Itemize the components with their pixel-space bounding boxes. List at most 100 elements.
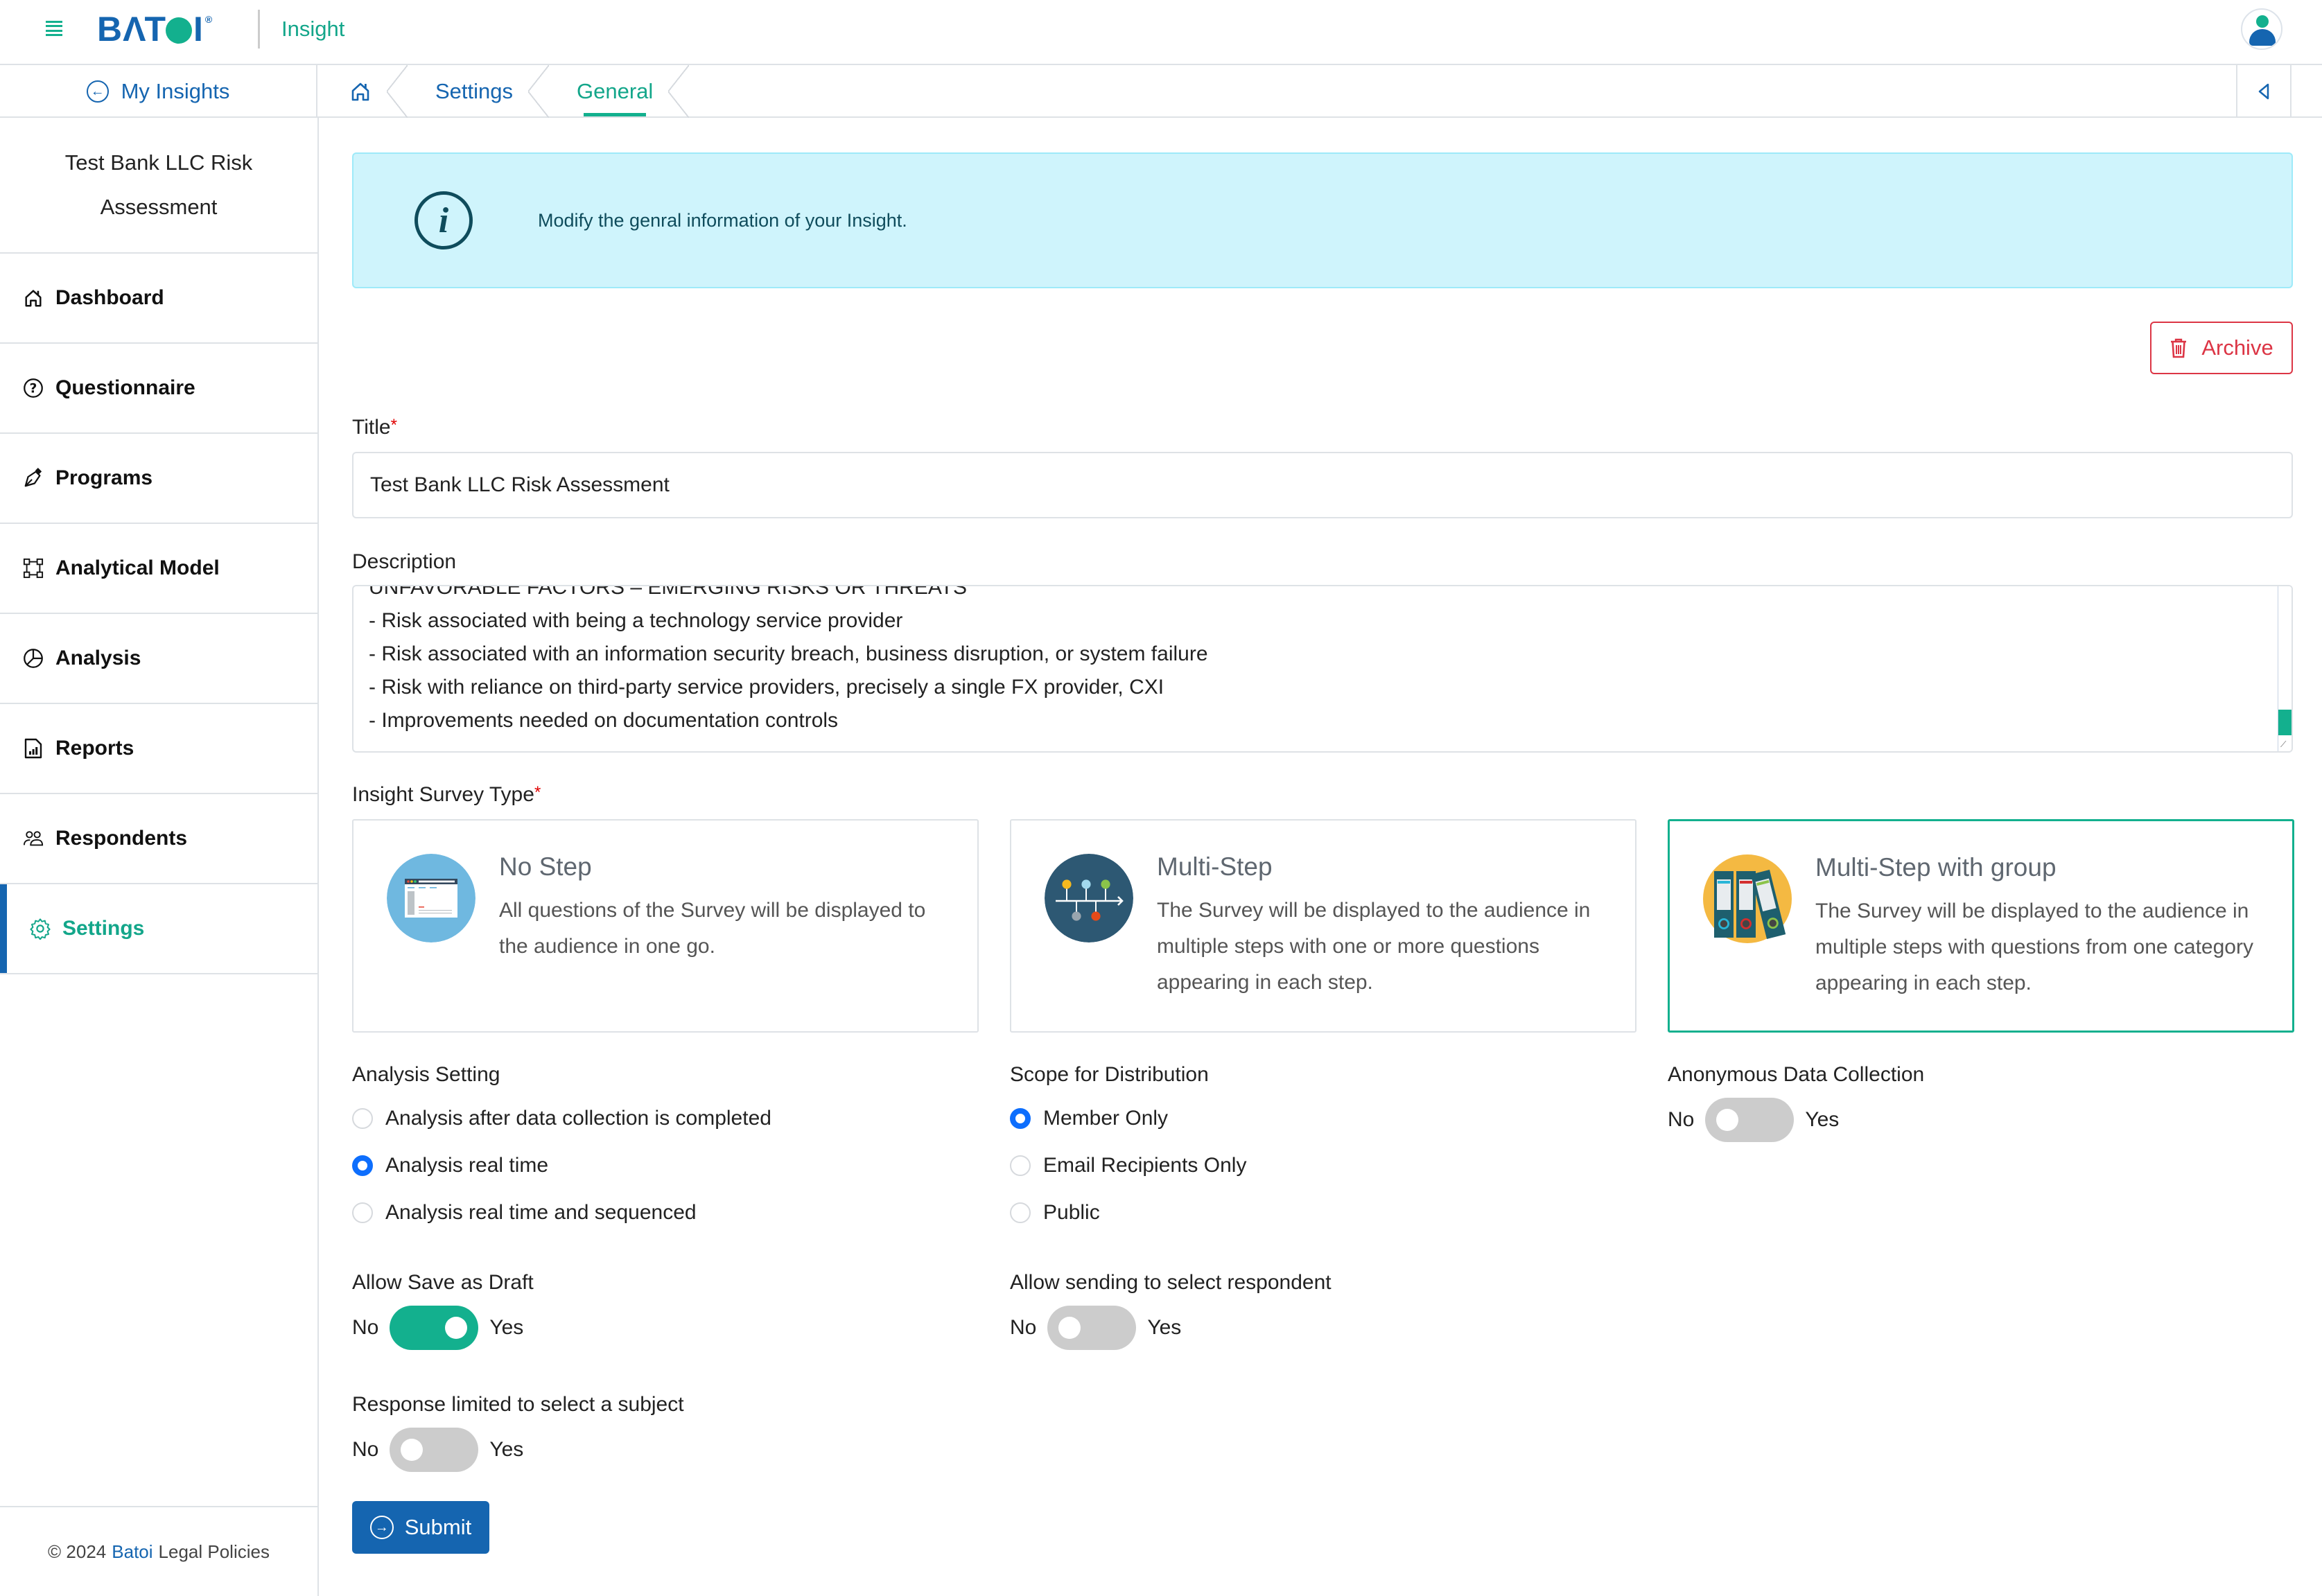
batoi-logo[interactable]: B ΛT I ® [97, 10, 213, 49]
save-draft-toggle-row: No Yes [352, 1306, 523, 1350]
radio-email-recipients[interactable]: Email Recipients Only [1010, 1154, 1246, 1177]
limit-subject-label: Response limited to select a subject [352, 1393, 684, 1416]
save-draft-toggle[interactable] [390, 1306, 479, 1350]
gear-icon [29, 918, 51, 940]
description-line: - Risk associated with being a technolog… [369, 609, 903, 632]
hamburger-menu-icon[interactable] [46, 21, 62, 36]
description-text: UNFAVORABLE FACTORS – EMERGING RISKS OR … [369, 586, 1208, 737]
save-draft-label: Allow Save as Draft [352, 1271, 534, 1294]
submit-button[interactable]: → Submit [352, 1501, 489, 1554]
description-label: Description [352, 550, 457, 573]
home-icon [22, 287, 44, 309]
breadcrumb-settings-label: Settings [435, 79, 514, 103]
survey-type-multi-step-group[interactable]: Multi-Step with group The Survey will be… [1668, 819, 2294, 1033]
title-label-text: Title [352, 416, 391, 439]
radio-member-only[interactable]: Member Only [1010, 1107, 1168, 1130]
sidebar-item-label: Dashboard [55, 286, 164, 309]
insight-name: Test Bank LLC Risk Assessment [0, 118, 317, 254]
title-input[interactable] [352, 452, 2293, 518]
breadcrumb-home[interactable] [319, 65, 408, 118]
submit-label: Submit [404, 1515, 472, 1539]
trash-icon [2170, 337, 2188, 358]
radio-button-checked[interactable] [352, 1155, 373, 1176]
radio-label: Analysis real time and sequenced [385, 1201, 697, 1224]
breadcrumb-general-label: General [577, 79, 654, 103]
archive-button[interactable]: Archive [2150, 322, 2293, 374]
breadcrumb-settings[interactable]: Settings [403, 65, 550, 118]
sidebar-item-programs[interactable]: Programs [0, 434, 317, 524]
user-avatar-icon[interactable] [2241, 8, 2282, 50]
caret-left-icon [2258, 83, 2269, 100]
toggle-no-label: No [352, 1438, 379, 1461]
anonymous-toggle-row: No Yes [1668, 1098, 1839, 1142]
active-tab-underline [584, 113, 647, 116]
sidebar-item-label: Questionnaire [55, 376, 195, 399]
title-label: Title* [352, 416, 397, 439]
radio-button[interactable] [1010, 1155, 1031, 1176]
sidebar-item-respondents[interactable]: Respondents [0, 794, 317, 884]
arrow-right-circle-icon: → [369, 1516, 394, 1539]
toggle-no-label: No [1010, 1316, 1037, 1339]
toggle-yes-label: Yes [489, 1438, 524, 1461]
radio-analysis-after-collection[interactable]: Analysis after data collection is comple… [352, 1107, 771, 1130]
limit-subject-toggle[interactable] [390, 1428, 479, 1472]
radio-public[interactable]: Public [1010, 1201, 1100, 1225]
sidebar-item-label: Analysis [55, 647, 141, 669]
description-line: - Risk with reliance on third-party serv… [369, 676, 1164, 699]
bounding-box-icon [22, 557, 44, 579]
sidebar-item-label: Reports [55, 737, 134, 760]
radio-button[interactable] [352, 1202, 373, 1223]
radio-button-checked[interactable] [1010, 1108, 1031, 1129]
survey-type-desc: The Survey will be displayed to the audi… [1157, 899, 1591, 994]
collapse-panel-button[interactable] [2236, 65, 2292, 118]
resize-grip-icon[interactable]: ⟋ [2280, 739, 2286, 750]
arrow-left-circle-icon: ← [86, 80, 109, 103]
sidebar-item-label: Analytical Model [55, 556, 220, 579]
anonymous-label: Anonymous Data Collection [1668, 1063, 1925, 1086]
pen-nib-icon [22, 467, 44, 489]
toggle-no-label: No [1668, 1108, 1695, 1131]
description-textarea[interactable]: UNFAVORABLE FACTORS – EMERGING RISKS OR … [352, 585, 2293, 753]
survey-type-multi-step[interactable]: Multi-Step The Survey will be displayed … [1010, 819, 1636, 1033]
sidebar: Test Bank LLC Risk Assessment Dashboard … [0, 118, 319, 1596]
breadcrumb-general[interactable]: General [545, 65, 690, 118]
radio-label: Member Only [1043, 1107, 1169, 1130]
sidebar-item-label: Respondents [55, 827, 188, 850]
anonymous-toggle[interactable] [1705, 1098, 1795, 1142]
sidebar-item-settings[interactable]: Settings [0, 884, 317, 974]
sidebar-item-questionnaire[interactable]: ? Questionnaire [0, 344, 317, 434]
my-insights-link[interactable]: ← My Insights [0, 65, 317, 118]
sidebar-item-analytical-model[interactable]: Analytical Model [0, 524, 317, 614]
info-icon: i [414, 191, 473, 249]
people-icon [22, 827, 44, 850]
radio-button[interactable] [352, 1108, 373, 1129]
radio-analysis-real-time[interactable]: Analysis real time [352, 1154, 548, 1177]
survey-type-no-step[interactable]: No Step All questions of the Survey will… [352, 819, 979, 1033]
app-name: Insight [281, 17, 345, 41]
sidebar-item-reports[interactable]: Reports [0, 704, 317, 794]
survey-type-title: Multi-Step [1157, 852, 1273, 881]
sidebar-item-label: Settings [62, 917, 145, 940]
copyright-text: © 2024 [48, 1541, 107, 1562]
select-respondent-label: Allow sending to select respondent [1010, 1271, 1332, 1294]
survey-type-label: Insight Survey Type* [352, 783, 541, 807]
select-respondent-toggle[interactable] [1047, 1306, 1137, 1350]
sidebar-item-analysis[interactable]: Analysis [0, 614, 317, 704]
scrollbar-thumb[interactable] [2278, 710, 2292, 735]
toggle-knob [1716, 1109, 1739, 1131]
sidebar-item-label: Programs [55, 466, 153, 489]
sidebar-item-dashboard[interactable]: Dashboard [0, 254, 317, 344]
header-divider [258, 10, 260, 49]
archive-label: Archive [2201, 335, 2273, 360]
radio-button[interactable] [1010, 1202, 1031, 1223]
description-scrollbar[interactable]: ⟋ [2278, 586, 2292, 751]
legal-policies-link[interactable]: Legal Policies [159, 1541, 270, 1563]
radio-label: Email Recipients Only [1043, 1154, 1247, 1177]
radio-analysis-real-time-sequenced[interactable]: Analysis real time and sequenced [352, 1201, 697, 1225]
toggle-yes-label: Yes [1805, 1108, 1840, 1131]
batoi-link[interactable]: Batoi [112, 1541, 152, 1563]
info-message: Modify the genral information of your In… [538, 209, 907, 231]
active-indicator [0, 884, 7, 973]
analysis-setting-label: Analysis Setting [352, 1063, 500, 1086]
question-circle-icon: ? [22, 377, 44, 399]
